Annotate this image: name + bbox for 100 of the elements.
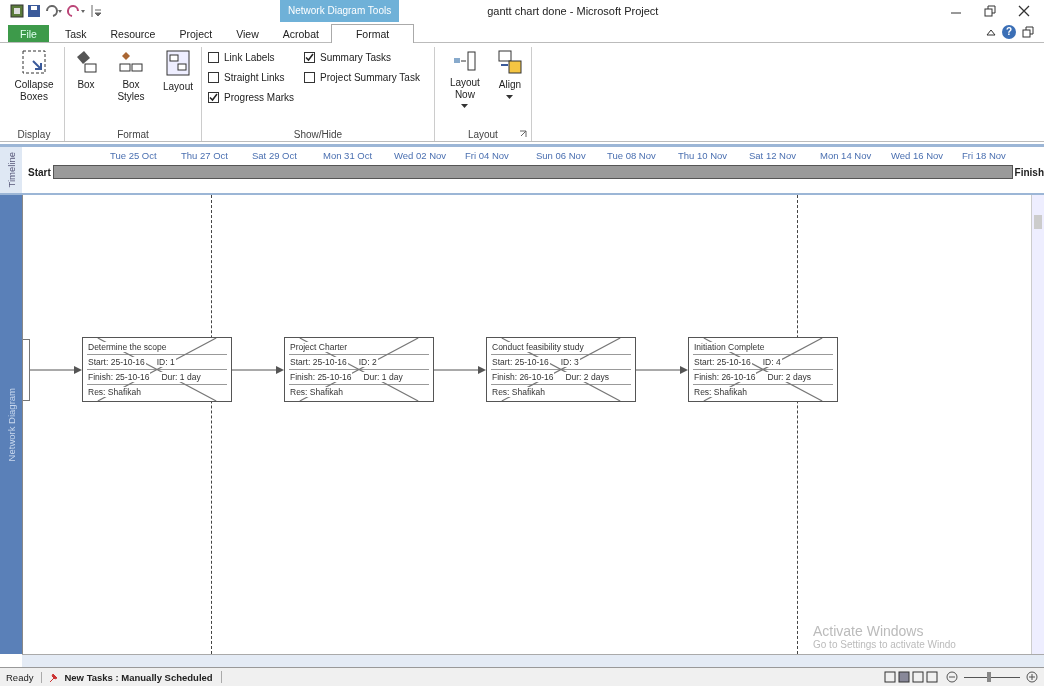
checkbox-option[interactable]: Project Summary Task <box>304 67 420 87</box>
ribbon-button[interactable]: Align <box>492 47 527 127</box>
task-node[interactable]: Determine the scope Start: 25-10-16 ID: 1 Finish: 25-10-16 Dur: 1 day Res: Shafikah <box>82 337 232 402</box>
timeline-date: Wed 02 Nov <box>394 150 448 161</box>
zoom-out-icon[interactable] <box>946 671 958 683</box>
layout-now-icon <box>451 49 478 73</box>
caret-icon <box>461 104 469 109</box>
checkbox-option[interactable]: Link Labels <box>208 47 295 67</box>
link-arrow <box>232 364 284 375</box>
align-icon <box>496 49 523 75</box>
task-node[interactable]: Initiation Complete Start: 25-10-16 ID: 4 Finish: 26-10-16 Dur: 2 days Res: Shafikah <box>688 337 838 402</box>
zoom-in-icon[interactable] <box>1026 671 1038 683</box>
task-id: ID: 3 <box>559 357 580 367</box>
link-arrow <box>30 364 82 375</box>
ribbon-tab[interactable]: Task <box>52 25 99 42</box>
close-icon[interactable] <box>1018 5 1030 17</box>
help-button[interactable]: ? <box>1002 25 1016 39</box>
task-duration: Dur: 2 days <box>564 372 610 382</box>
timeline-date: Sun 06 Nov <box>536 150 587 161</box>
timeline-date: Sat 12 Nov <box>749 150 797 161</box>
ribbon-tab[interactable]: View <box>224 25 271 42</box>
new-tasks-mode[interactable]: New Tasks : Manually Scheduled <box>48 671 222 683</box>
task-start: Start: 25-10-16 <box>87 357 146 367</box>
horizontal-scrollbar[interactable] <box>22 654 1044 667</box>
timeline-date: Mon 31 Oct <box>323 150 374 161</box>
dialog-launcher-icon[interactable] <box>518 130 527 138</box>
activation-text: Go to Settings to activate Windo <box>813 639 956 650</box>
ribbon-tab[interactable]: Acrobat <box>270 25 331 42</box>
timeline-start-label: Start <box>28 166 51 178</box>
collapse-ribbon-icon[interactable] <box>986 27 996 37</box>
task-id: ID: 4 <box>761 357 782 367</box>
task-node[interactable]: Project Charter Start: 25-10-16 ID: 2 Finish: 25-10-16 Dur: 1 day Res: Shafikah <box>284 337 434 402</box>
checkbox-option[interactable]: Summary Tasks <box>304 47 420 67</box>
ribbon-button[interactable]: Layout <box>159 47 198 127</box>
customize-icon[interactable] <box>90 4 102 18</box>
task-resource: Res: Shafikah <box>289 387 344 397</box>
checkbox[interactable] <box>208 91 220 103</box>
activation-title: Activate Windows <box>813 623 925 639</box>
checkbox-option[interactable]: Straight Links <box>208 67 295 87</box>
task-duration: Dur: 1 day <box>160 372 202 382</box>
task-name: Determine the scope <box>87 342 168 352</box>
ribbon-tab[interactable]: Resource <box>98 25 168 42</box>
group-label: Format <box>117 128 149 140</box>
checkbox[interactable] <box>208 71 220 83</box>
task-name: Project Charter <box>289 342 349 352</box>
window-restore-icon[interactable] <box>1022 26 1034 38</box>
vertical-scrollbar[interactable] <box>1031 195 1044 654</box>
ribbon-button[interactable]: Collapse Boxes <box>8 47 60 127</box>
task-finish: Finish: 26-10-16 <box>491 372 555 382</box>
save-icon[interactable] <box>27 4 41 18</box>
timeline-date: Tue 25 Oct <box>110 150 158 161</box>
ribbon-button[interactable]: Box <box>69 47 103 127</box>
ribbon-tab[interactable]: Format <box>330 24 415 43</box>
timeline-date: Fri 04 Nov <box>465 150 510 161</box>
checkbox-option[interactable]: Progress Marks <box>208 87 295 107</box>
collapse-boxes-icon <box>21 49 47 75</box>
task-name: Initiation Complete <box>693 342 766 352</box>
timeline-date: Tue 08 Nov <box>607 150 657 161</box>
checkbox[interactable] <box>304 51 316 63</box>
task-id: ID: 1 <box>155 357 176 367</box>
box-styles-icon <box>118 49 144 75</box>
restore-icon[interactable] <box>984 5 996 17</box>
group-label: Layout <box>467 128 498 140</box>
window-title: gantt chart done - Microsoft Project <box>487 5 659 17</box>
link-arrow <box>636 364 688 375</box>
app-icon[interactable] <box>10 4 24 18</box>
layout-icon <box>165 49 191 77</box>
checkbox[interactable] <box>304 71 316 83</box>
ribbon-button[interactable]: Layout Now <box>438 47 491 127</box>
timeline-label: Timeline <box>5 152 17 188</box>
ribbon-button[interactable]: Box Styles <box>105 47 157 127</box>
link-arrow <box>434 364 486 375</box>
caret-icon <box>506 94 514 100</box>
redo-icon[interactable] <box>67 4 87 18</box>
task-finish: Finish: 25-10-16 <box>87 372 151 382</box>
timeline-date: Sat 29 Oct <box>252 150 298 161</box>
task-node[interactable]: Conduct feasibility study Start: 25-10-16 ID: 3 Finish: 26-10-16 Dur: 2 days Res: Shafikah <box>486 337 636 402</box>
timeline-date: Thu 10 Nov <box>678 150 729 161</box>
timeline-date: Mon 14 Nov <box>820 150 873 161</box>
ribbon-tab[interactable]: Project <box>167 25 225 42</box>
task-start: Start: 25-10-16 <box>693 357 752 367</box>
task-start: Start: 25-10-16 <box>491 357 550 367</box>
timeline-date: Wed 16 Nov <box>891 150 945 161</box>
task-resource: Res: Shafikah <box>87 387 142 397</box>
task-finish: Finish: 26-10-16 <box>693 372 757 382</box>
group-label: Show/Hide <box>293 128 343 140</box>
task-finish: Finish: 25-10-16 <box>289 372 353 382</box>
task-name: Conduct feasibility study <box>491 342 585 352</box>
view-shortcut-icons[interactable] <box>884 671 940 683</box>
task-start: Start: 25-10-16 <box>289 357 348 367</box>
contextual-tab-header: Network Diagram Tools <box>280 0 400 22</box>
group-label: Display <box>17 128 51 140</box>
task-resource: Res: Shafikah <box>491 387 546 397</box>
timeline-finish-label: Finish <box>1014 166 1044 178</box>
timeline-date: Thu 27 Oct <box>181 150 229 161</box>
task-node <box>23 338 30 401</box>
task-duration: Dur: 2 days <box>766 372 812 382</box>
task-id: ID: 2 <box>357 357 378 367</box>
undo-icon[interactable] <box>44 4 64 18</box>
checkbox[interactable] <box>208 51 220 63</box>
